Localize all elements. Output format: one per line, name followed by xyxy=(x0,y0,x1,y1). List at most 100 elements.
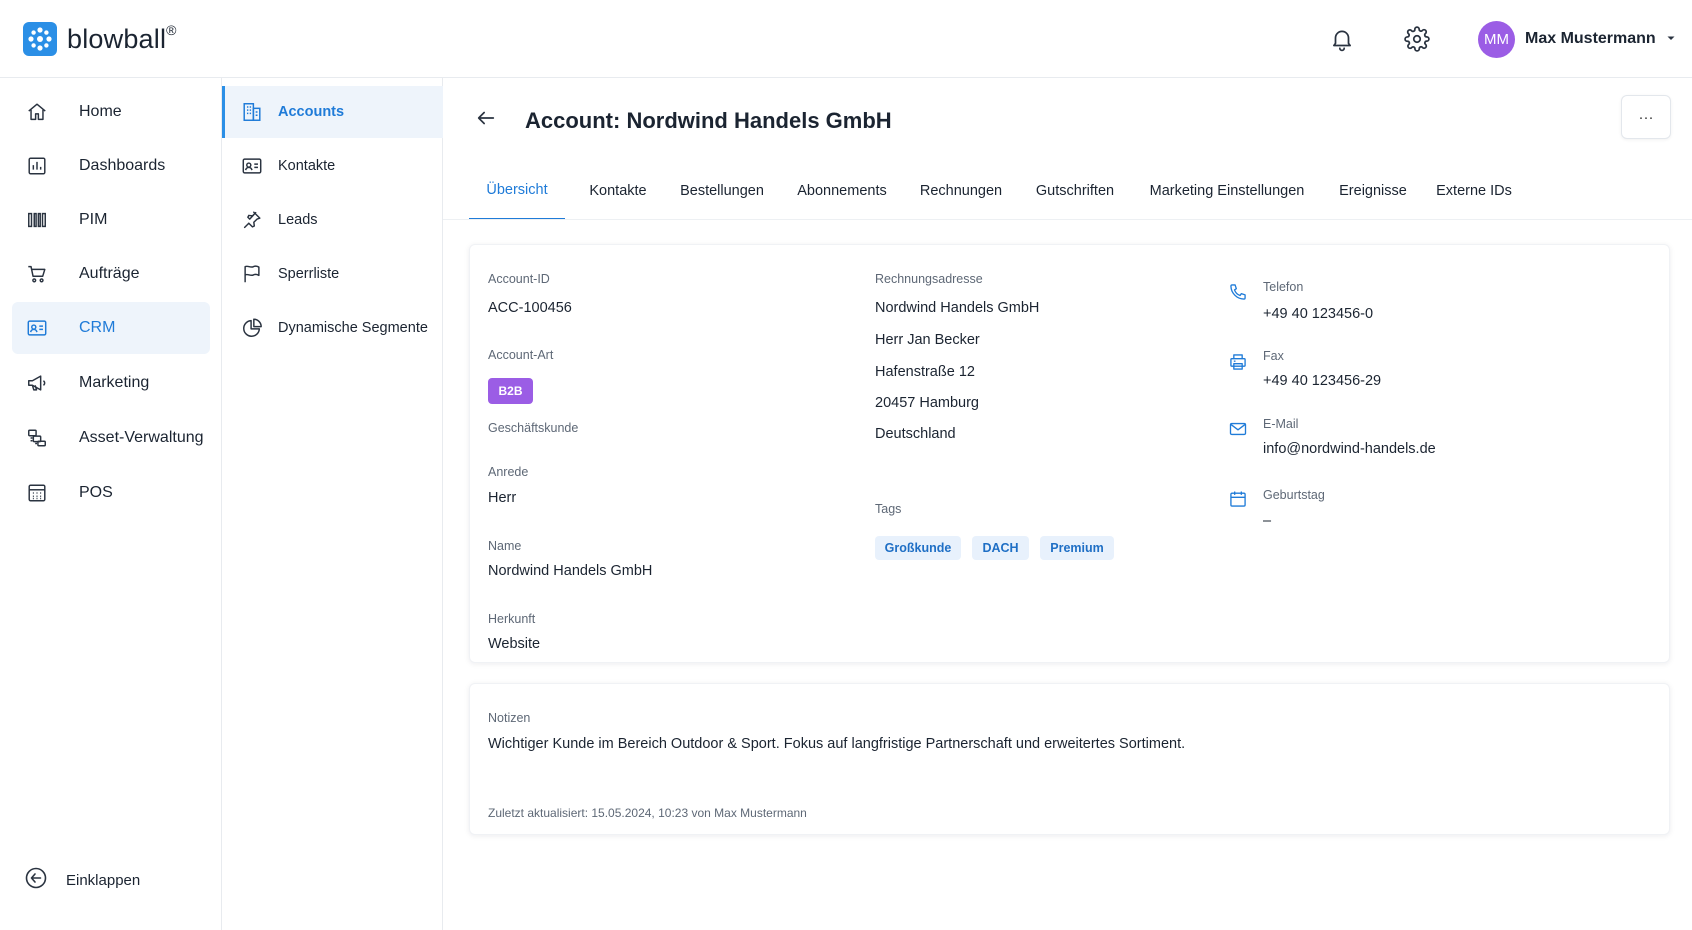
assets-icon xyxy=(25,426,49,450)
subnav-item-label: Kontakte xyxy=(278,158,336,174)
email-label: E-Mail xyxy=(1263,417,1299,431)
brand-logo[interactable]: blowball® xyxy=(23,22,177,56)
phone-label: Telefon xyxy=(1263,280,1304,294)
account-type-badge: B2B xyxy=(488,378,533,404)
subnav-item-kontakte[interactable]: Kontakte xyxy=(222,140,443,192)
account-type-label: Account-Art xyxy=(488,348,554,362)
page-title: Account: Nordwind Handels GmbH xyxy=(525,108,892,133)
collapse-sidebar-button[interactable]: Einklappen xyxy=(24,865,140,895)
origin-value: Website xyxy=(488,636,541,652)
calendar-icon xyxy=(1227,488,1249,510)
subnav-item-label: Leads xyxy=(278,212,318,228)
account-id-label: Account-ID xyxy=(488,272,550,286)
billing-line: Nordwind Handels GmbH xyxy=(875,300,1040,316)
building-icon xyxy=(240,100,264,124)
more-actions-button[interactable]: ··· xyxy=(1621,95,1671,139)
billing-line: Deutschland xyxy=(875,426,956,442)
arrow-left-circle-icon xyxy=(24,866,48,895)
subnav-item-label: Dynamische Segmente xyxy=(278,320,428,336)
name-label: Name xyxy=(488,539,522,553)
salutation-value: Herr xyxy=(488,490,517,506)
phone-value[interactable]: +49 40 123456-0 xyxy=(1263,306,1373,322)
sidebar-item-label: POS xyxy=(79,484,113,501)
notes-label: Notizen xyxy=(488,711,531,725)
tab-bar: Übersicht Kontakte Bestellungen Abonneme… xyxy=(469,162,1669,220)
calculator-icon xyxy=(25,481,49,505)
logo-icon xyxy=(23,22,57,56)
tags-label: Tags xyxy=(875,502,902,516)
primary-sidebar: Home Dashboards PIM Aufträge CRM Marketi… xyxy=(0,78,222,930)
billing-line: Herr Jan Becker xyxy=(875,332,980,348)
sidebar-item-pim[interactable]: PIM xyxy=(12,194,210,246)
fax-label: Fax xyxy=(1263,349,1284,363)
subnav-item-label: Accounts xyxy=(278,104,345,120)
brand-name: blowball® xyxy=(67,21,177,54)
tab-rechnungen[interactable]: Rechnungen xyxy=(910,162,1012,220)
back-button[interactable] xyxy=(473,107,499,133)
pin-icon xyxy=(240,208,264,232)
main-content: Account: Nordwind Handels GmbH ··· Übers… xyxy=(443,78,1692,930)
megaphone-icon xyxy=(25,371,49,395)
bell-icon[interactable] xyxy=(1327,24,1357,54)
billing-address-label: Rechnungsadresse xyxy=(875,272,983,286)
tag-badge[interactable]: Premium xyxy=(1040,536,1114,560)
sidebar-item-crm[interactable]: CRM xyxy=(12,302,210,354)
subnav-item-accounts[interactable]: Accounts xyxy=(222,86,443,138)
sidebar-item-label: CRM xyxy=(79,319,116,336)
sidebar-item-dashboards[interactable]: Dashboards xyxy=(12,140,210,192)
home-icon xyxy=(25,100,49,124)
tag-badge[interactable]: Großkunde xyxy=(875,536,961,560)
sidebar-item-label: Home xyxy=(79,103,122,120)
sidebar-item-label: Dashboards xyxy=(79,157,166,174)
account-details-card: Account-ID ACC-100456 Account-Art B2B Ge… xyxy=(469,244,1670,663)
notes-last-updated: Zuletzt aktualisiert: 15.05.2024, 10:23 … xyxy=(488,806,807,820)
user-menu[interactable]: MM Max Mustermann xyxy=(1478,20,1676,58)
sidebar-item-home[interactable]: Home xyxy=(12,86,210,138)
user-name: Max Mustermann xyxy=(1525,30,1656,47)
subnav-item-dynamische-segmente[interactable]: Dynamische Segmente xyxy=(222,302,443,354)
tab-abonnements[interactable]: Abonnements xyxy=(787,162,897,220)
sidebar-item-label: Asset-Verwaltung xyxy=(79,429,204,446)
subnav-item-sperrliste[interactable]: Sperrliste xyxy=(222,248,443,300)
crm-subnav: Accounts Kontakte Leads Sperrliste Dynam… xyxy=(222,78,443,930)
salutation-label: Anrede xyxy=(488,465,529,479)
subnav-item-label: Sperrliste xyxy=(278,266,340,282)
billing-line: 20457 Hamburg xyxy=(875,395,979,411)
contact-card-icon xyxy=(25,316,49,340)
barcode-icon xyxy=(25,208,49,232)
subnav-item-leads[interactable]: Leads xyxy=(222,194,443,246)
tab-externe-ids[interactable]: Externe IDs xyxy=(1424,162,1524,220)
top-bar: blowball® MM Max Mustermann xyxy=(0,0,1692,78)
mail-icon xyxy=(1227,418,1249,440)
birthday-label: Geburtstag xyxy=(1263,488,1325,502)
origin-label: Herkunft xyxy=(488,612,536,626)
tab-divider xyxy=(443,219,1692,220)
tab-marketing-einstellungen[interactable]: Marketing Einstellungen xyxy=(1129,162,1325,220)
fax-value: +49 40 123456-29 xyxy=(1263,373,1382,389)
tab-uebersicht[interactable]: Übersicht xyxy=(469,162,565,220)
sidebar-item-label: PIM xyxy=(79,211,108,228)
notes-text: Wichtiger Kunde im Bereich Outdoor & Spo… xyxy=(488,736,1186,752)
sidebar-item-auftraege[interactable]: Aufträge xyxy=(12,248,210,300)
gear-icon[interactable] xyxy=(1402,24,1432,54)
collapse-label: Einklappen xyxy=(66,871,141,889)
pie-chart-icon xyxy=(240,316,264,340)
tab-gutschriften[interactable]: Gutschriften xyxy=(1023,162,1127,220)
sidebar-item-label: Aufträge xyxy=(79,265,140,282)
tab-kontakte[interactable]: Kontakte xyxy=(577,162,659,220)
chevron-down-icon xyxy=(1666,30,1676,48)
tab-ereignisse[interactable]: Ereignisse xyxy=(1331,162,1415,220)
dashboard-icon xyxy=(25,154,49,178)
sidebar-item-asset-verwaltung[interactable]: Asset-Verwaltung xyxy=(12,412,210,464)
birthday-value: – xyxy=(1263,513,1272,529)
sidebar-item-label: Marketing xyxy=(79,374,150,391)
tab-bestellungen[interactable]: Bestellungen xyxy=(667,162,777,220)
phone-icon xyxy=(1227,281,1249,303)
sidebar-item-pos[interactable]: POS xyxy=(12,467,210,519)
sidebar-item-marketing[interactable]: Marketing xyxy=(12,357,210,409)
arrow-left-icon xyxy=(475,107,497,134)
email-value[interactable]: info@nordwind-handels.de xyxy=(1263,441,1436,457)
account-id-value: ACC-100456 xyxy=(488,300,572,316)
cart-icon xyxy=(25,262,49,286)
tag-badge[interactable]: DACH xyxy=(972,536,1029,560)
